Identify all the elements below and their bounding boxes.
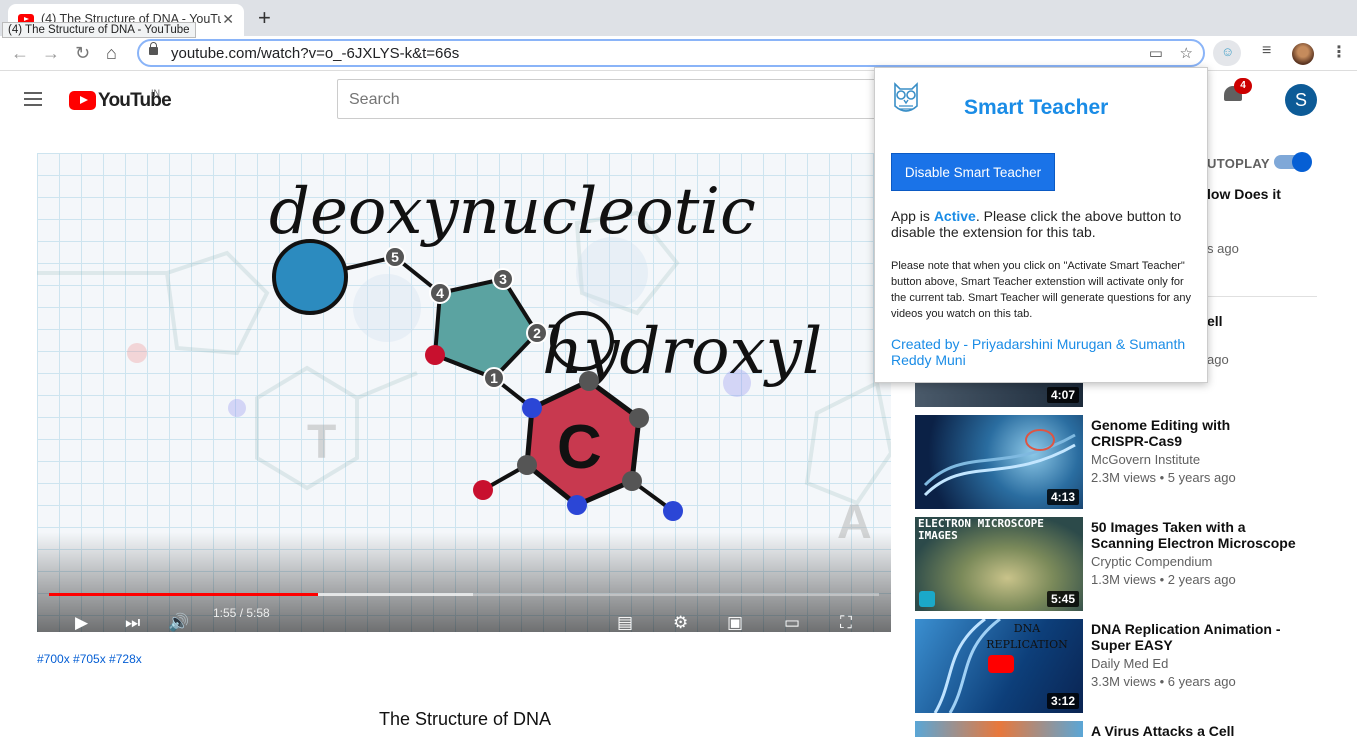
subtitles-icon[interactable]: ▤ bbox=[617, 613, 633, 632]
duration-badge: 3:12 bbox=[1046, 693, 1079, 709]
rec-title[interactable]: DNA Replication Animation - Super EASY bbox=[1091, 621, 1291, 653]
atom-number-4: 4 bbox=[436, 285, 444, 301]
search-placeholder: Search bbox=[349, 91, 400, 108]
controls-gradient bbox=[37, 532, 891, 632]
rec-meta: 1.3M views • 2 years ago bbox=[1091, 572, 1236, 587]
rec-channel[interactable]: McGovern Institute bbox=[1091, 452, 1200, 467]
usage-note: Please note that when you click on "Acti… bbox=[891, 260, 1192, 320]
notifications-bell-icon[interactable]: 4 bbox=[1224, 78, 1252, 104]
partial-rec-meta-1: s ago bbox=[1207, 241, 1239, 256]
fullscreen-icon[interactable]: ⛶ bbox=[840, 613, 852, 632]
duration-badge: 5:45 bbox=[1046, 591, 1079, 607]
autoplay-toggle[interactable] bbox=[1274, 152, 1312, 172]
thumb-caption: ELECTRON MICROSCOPE IMAGES bbox=[918, 517, 1044, 542]
home-icon[interactable]: ⌂ bbox=[106, 43, 117, 64]
smart-teacher-extension-icon[interactable]: ☺ bbox=[1213, 40, 1241, 66]
search-input[interactable]: Search bbox=[337, 79, 897, 119]
new-tab-button[interactable]: + bbox=[258, 5, 271, 31]
media-queue-icon[interactable]: ≡ bbox=[1262, 42, 1271, 60]
rec-meta: 3.3M views • 6 years ago bbox=[1091, 674, 1236, 689]
reload-icon[interactable]: ↻ bbox=[75, 43, 90, 64]
partial-rec-title-1[interactable]: low Does it bbox=[1207, 186, 1281, 202]
next-icon[interactable]: ⏭ bbox=[125, 613, 140, 632]
play-icon[interactable]: ▶ bbox=[75, 613, 88, 632]
list-item[interactable]: A Virus Attacks a Cell bbox=[915, 721, 1317, 739]
browser-menu-icon[interactable]: ⋮ bbox=[1331, 42, 1347, 62]
partial-rec-meta-2: ago bbox=[1207, 352, 1229, 367]
atom-number-2: 2 bbox=[533, 325, 541, 341]
credits-link[interactable]: Created by - Priyadarshini Murugan & Sum… bbox=[891, 336, 1191, 368]
close-tab-icon[interactable]: ✕ bbox=[222, 11, 234, 28]
youtube-play-logo-icon bbox=[69, 91, 96, 110]
notification-count-badge: 4 bbox=[1234, 78, 1252, 94]
tab-tooltip: (4) The Structure of DNA - YouTube bbox=[2, 22, 196, 38]
theater-mode-icon[interactable]: ▭ bbox=[784, 613, 800, 632]
rec-title[interactable]: 50 Images Taken with a Scanning Electron… bbox=[1091, 519, 1301, 551]
video-thumbnail[interactable]: DNA REPLICATION 3:12 bbox=[915, 619, 1083, 713]
base-letter-c: C bbox=[557, 413, 602, 482]
video-thumbnail[interactable]: 4:13 bbox=[915, 415, 1083, 509]
partial-rec-title-2[interactable]: ell bbox=[1207, 313, 1223, 329]
profile-avatar-icon[interactable] bbox=[1292, 43, 1314, 65]
base-letter-t: T bbox=[307, 416, 336, 469]
country-code: IN bbox=[151, 88, 160, 98]
video-thumbnail[interactable] bbox=[915, 721, 1083, 737]
bookmark-star-icon[interactable]: ☆ bbox=[1180, 45, 1193, 62]
lock-icon bbox=[149, 42, 158, 55]
status-prefix: App is bbox=[891, 208, 934, 224]
rec-channel[interactable]: Daily Med Ed bbox=[1091, 656, 1168, 671]
video-title: The Structure of DNA bbox=[379, 709, 552, 729]
url-text: youtube.com/watch?v=o_-6JXLYS-k&t=66s bbox=[171, 45, 460, 62]
video-hashtags[interactable]: #700x #705x #728x bbox=[37, 652, 142, 666]
rec-title[interactable]: Genome Editing with CRISPR-Cas9 bbox=[1091, 417, 1291, 449]
atom-number-1: 1 bbox=[490, 370, 498, 386]
phosphate-group bbox=[272, 239, 348, 315]
user-avatar[interactable]: S bbox=[1285, 84, 1317, 116]
omnibox-actions: ▭ ☆ bbox=[1149, 44, 1193, 62]
video-thumbnail[interactable]: 4:07 bbox=[915, 383, 1083, 407]
list-item[interactable]: ELECTRON MICROSCOPE IMAGES 5:45 50 Image… bbox=[915, 517, 1317, 613]
status-active-word: Active bbox=[933, 208, 976, 224]
duration-badge: 4:13 bbox=[1046, 489, 1079, 505]
popup-title: Smart Teacher bbox=[964, 96, 1109, 119]
smart-teacher-popup: Smart Teacher Disable Smart Teacher App … bbox=[874, 67, 1208, 383]
list-item[interactable]: 4:07 bbox=[915, 383, 1317, 407]
autoplay-label: UTOPLAY bbox=[1207, 156, 1270, 171]
back-arrow-icon[interactable]: ← bbox=[11, 43, 29, 64]
word-deoxynucleotide: deoxynucleotic bbox=[269, 175, 756, 249]
volume-icon[interactable]: 🔊 bbox=[168, 613, 189, 632]
settings-hd-icon[interactable]: ⚙ bbox=[673, 613, 688, 632]
atom-number-3: 3 bbox=[499, 271, 507, 287]
forward-arrow-icon[interactable]: → bbox=[42, 43, 60, 64]
atom-number-5: 5 bbox=[391, 249, 399, 265]
youtube-play-icon bbox=[988, 655, 1014, 673]
browser-toolbar: ← → ↻ ⌂ youtube.com/watch?v=o_-6JXLYS-k&… bbox=[0, 36, 1357, 71]
disable-smart-teacher-button[interactable]: Disable Smart Teacher bbox=[891, 153, 1055, 191]
time-display: 1:55 / 5:58 bbox=[213, 606, 270, 620]
button-label: Disable Smart Teacher bbox=[904, 165, 1042, 180]
video-player[interactable]: T A deoxynucleotic hydroxyl C 5 4 3 2 1 … bbox=[37, 153, 891, 632]
duration-badge: 4:07 bbox=[1046, 387, 1079, 403]
cast-icon[interactable]: ▭ bbox=[1149, 45, 1163, 62]
list-item[interactable]: DNA REPLICATION 3:12 DNA Replication Ani… bbox=[915, 619, 1317, 715]
rec-meta: 2.3M views • 5 years ago bbox=[1091, 470, 1236, 485]
channel-badge-icon bbox=[919, 591, 935, 607]
status-text: App is Active. Please click the above bu… bbox=[891, 208, 1201, 240]
thumb-caption: DNA REPLICATION bbox=[986, 622, 1068, 651]
list-item[interactable]: 4:13 Genome Editing with CRISPR-Cas9 McG… bbox=[915, 415, 1317, 511]
rec-channel[interactable]: Cryptic Compendium bbox=[1091, 554, 1212, 569]
miniplayer-icon[interactable]: ▣ bbox=[727, 613, 743, 632]
owl-logo-icon bbox=[894, 82, 918, 112]
progress-fill bbox=[49, 593, 318, 596]
address-bar[interactable]: youtube.com/watch?v=o_-6JXLYS-k&t=66s ▭ … bbox=[137, 39, 1205, 67]
video-thumbnail[interactable]: ELECTRON MICROSCOPE IMAGES 5:45 bbox=[915, 517, 1083, 611]
browser-tab-strip: (4) The Structure of DNA - YouTube ✕ + bbox=[0, 0, 1357, 36]
hamburger-menu-icon[interactable] bbox=[24, 92, 42, 106]
